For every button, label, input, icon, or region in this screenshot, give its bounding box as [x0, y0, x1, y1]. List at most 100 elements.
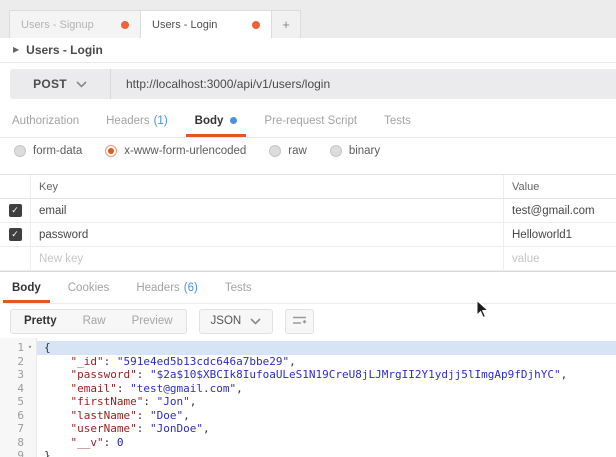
row-checkbox-empty: [0, 247, 30, 270]
unsaved-dot-icon: [252, 21, 260, 29]
headers-count-badge: (6): [184, 282, 198, 294]
new-value-input[interactable]: value: [503, 247, 616, 270]
table-row: ✓ email test@gmail.com: [0, 199, 616, 223]
line-number: 7: [0, 422, 36, 436]
collapse-caret-icon[interactable]: ▶: [13, 46, 19, 54]
tab-tests[interactable]: Tests: [384, 104, 411, 137]
code-line: "_id": "591e4ed5b13cdc646a7bbe29",: [37, 355, 616, 369]
response-tab-body[interactable]: Body: [12, 272, 41, 303]
preview-button[interactable]: Preview: [119, 315, 186, 327]
radio-icon: [330, 145, 342, 157]
request-title-row[interactable]: ▶ Users - Login: [0, 38, 616, 63]
unsaved-dot-icon: [121, 21, 129, 29]
row-checkbox[interactable]: ✓: [0, 223, 30, 246]
radio-label: form-data: [33, 145, 82, 157]
code-gutter: 1▾23456789: [0, 338, 37, 457]
view-mode-group: Pretty Raw Preview: [10, 309, 187, 334]
tab-label: Tests: [225, 282, 252, 294]
tab-label: Body: [12, 282, 41, 294]
request-tab-bar: Users - Signup Users - Login +: [0, 0, 616, 38]
radio-label: binary: [349, 145, 380, 157]
postman-window: Users - Signup Users - Login + ▶ Users -…: [0, 0, 616, 457]
chevron-down-icon: [76, 81, 87, 88]
radio-label: raw: [288, 145, 307, 157]
request-subtabs: Authorization Headers (1) Body Pre-reque…: [0, 104, 616, 138]
response-tab-cookies[interactable]: Cookies: [68, 272, 110, 303]
key-input[interactable]: email: [30, 199, 503, 222]
line-number: 9: [0, 449, 36, 457]
key-input[interactable]: password: [30, 223, 503, 246]
response-tabs: Body Cookies Headers (6) Tests: [0, 271, 616, 304]
body-has-content-dot-icon: [230, 117, 237, 124]
headers-count-badge: (1): [154, 115, 168, 127]
value-column-header: Value: [503, 175, 616, 198]
tab-label: Headers: [136, 282, 179, 294]
tab-authorization[interactable]: Authorization: [12, 104, 79, 137]
tab-pre-request-script[interactable]: Pre-request Script: [264, 104, 357, 137]
new-tab-button[interactable]: +: [272, 10, 301, 38]
code-line: "email": "test@gmail.com",: [37, 382, 616, 396]
code-line: }: [37, 449, 616, 457]
line-number: 5: [0, 395, 36, 409]
code-line: "lastName": "Doe",: [37, 409, 616, 423]
url-section: POST http://localhost:3000/api/v1/users/…: [0, 63, 616, 104]
fold-arrow-icon[interactable]: ▾: [24, 341, 36, 355]
plus-icon: +: [282, 17, 290, 32]
chevron-down-icon: [250, 318, 261, 325]
wrap-text-button[interactable]: [285, 309, 314, 334]
tab-label: Pre-request Script: [264, 115, 357, 127]
url-input[interactable]: http://localhost:3000/api/v1/users/login: [111, 69, 330, 99]
method-label: POST: [33, 77, 67, 91]
format-dropdown[interactable]: JSON: [199, 309, 274, 334]
response-tab-tests[interactable]: Tests: [225, 272, 252, 303]
tab-users-login[interactable]: Users - Login: [140, 10, 272, 38]
response-toolbar: Pretty Raw Preview JSON: [0, 304, 616, 338]
select-column-header: [0, 175, 30, 198]
checkbox-checked-icon: ✓: [9, 204, 22, 217]
code-line: "userName": "JonDoe",: [37, 422, 616, 436]
tab-label: Cookies: [68, 282, 110, 294]
body-mode-selector: form-data x-www-form-urlencoded raw bina…: [0, 138, 616, 164]
code-lines[interactable]: { "_id": "591e4ed5b13cdc646a7bbe29", "pa…: [37, 338, 616, 457]
radio-x-www-form-urlencoded[interactable]: x-www-form-urlencoded: [105, 145, 246, 157]
radio-icon: [14, 145, 26, 157]
new-key-input[interactable]: New key: [30, 247, 503, 270]
radio-form-data[interactable]: form-data: [14, 145, 82, 157]
raw-button[interactable]: Raw: [70, 315, 119, 327]
tab-label: Authorization: [12, 115, 79, 127]
tab-users-signup[interactable]: Users - Signup: [9, 10, 140, 38]
params-table: Key Value ✓ email test@gmail.com ✓ passw…: [0, 174, 616, 271]
response-body-viewer: 1▾23456789 { "_id": "591e4ed5b13cdc646a7…: [0, 338, 616, 457]
response-tab-headers[interactable]: Headers (6): [136, 272, 198, 303]
method-dropdown[interactable]: POST: [10, 69, 111, 99]
checkbox-checked-icon: ✓: [9, 228, 22, 241]
radio-binary[interactable]: binary: [330, 145, 380, 157]
line-number: 2: [0, 355, 36, 369]
code-line: "firstName": "Jon",: [37, 395, 616, 409]
spacer: [0, 164, 616, 174]
tab-label: Body: [195, 115, 224, 127]
tab-label: Users - Signup: [21, 19, 94, 31]
table-row: ✓ password Helloworld1: [0, 223, 616, 247]
value-input[interactable]: Helloworld1: [503, 223, 616, 246]
pretty-button[interactable]: Pretty: [11, 315, 70, 327]
format-label: JSON: [211, 315, 242, 327]
radio-raw[interactable]: raw: [269, 145, 307, 157]
value-input[interactable]: test@gmail.com: [503, 199, 616, 222]
line-number: 3: [0, 368, 36, 382]
table-header-row: Key Value: [0, 175, 616, 199]
tab-body[interactable]: Body: [195, 104, 238, 137]
radio-selected-icon: [105, 145, 117, 157]
key-column-header: Key: [30, 175, 503, 198]
radio-label: x-www-form-urlencoded: [124, 145, 246, 157]
line-number[interactable]: 1▾: [0, 341, 36, 355]
url-bar: POST http://localhost:3000/api/v1/users/…: [10, 69, 616, 99]
table-new-row: New key value: [0, 247, 616, 271]
request-title: Users - Login: [26, 43, 103, 57]
line-number: 6: [0, 409, 36, 423]
wrap-text-icon: [292, 315, 307, 327]
tab-label: Tests: [384, 115, 411, 127]
tab-headers[interactable]: Headers (1): [106, 104, 168, 137]
row-checkbox[interactable]: ✓: [0, 199, 30, 222]
code-line: {: [37, 341, 616, 355]
